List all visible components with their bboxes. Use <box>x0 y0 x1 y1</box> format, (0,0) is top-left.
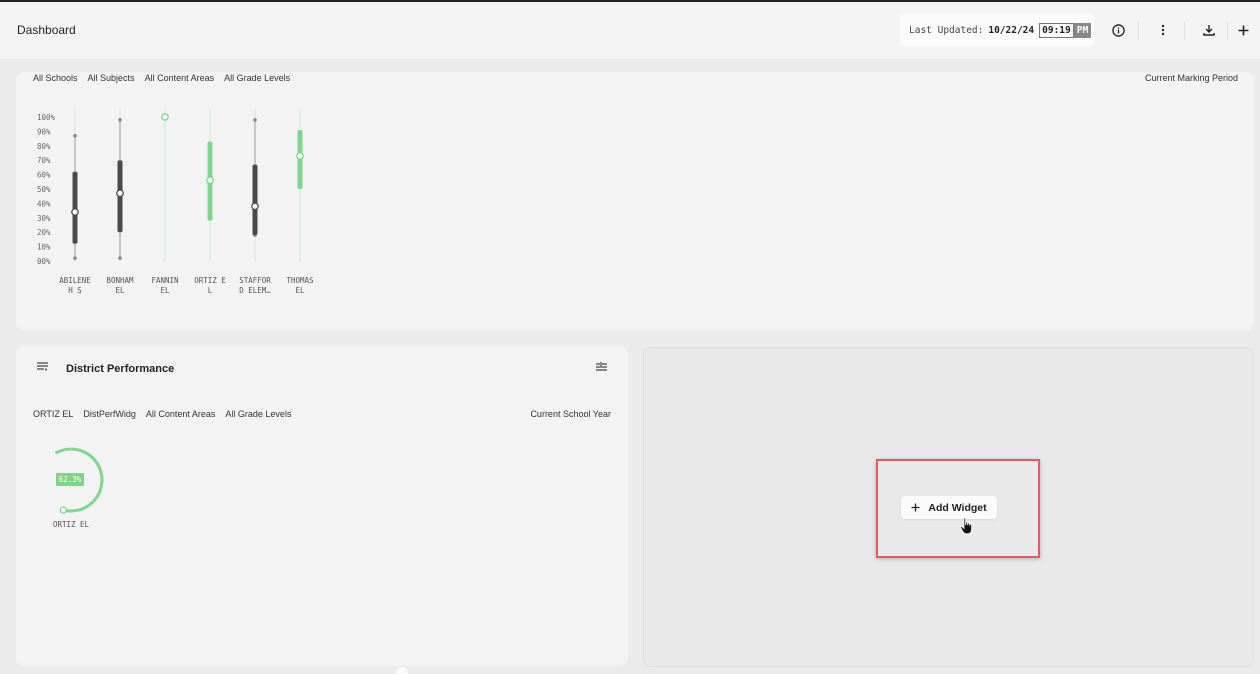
header-divider <box>1184 22 1185 40</box>
x-tick-label: STAFFOR <box>239 276 271 285</box>
dashboard-header: Dashboard Last Updated: 10/22/24 09:19 P… <box>0 2 1260 60</box>
filter-school[interactable]: ORTIZ EL <box>33 409 73 419</box>
y-tick-label: 80% <box>37 142 51 151</box>
whisker-cap <box>118 118 122 122</box>
whisker-cap <box>73 256 77 260</box>
median-marker <box>71 208 79 216</box>
last-updated-date: 10/22/24 <box>988 24 1035 36</box>
last-updated-box: Last Updated: 10/22/24 09:19 PM <box>900 14 1094 46</box>
whisker-cap <box>118 256 122 260</box>
y-tick-label: 10% <box>37 243 51 252</box>
school-distribution-widget: All Schools All Subjects All Content Are… <box>16 72 1254 330</box>
y-tick-label: 70% <box>37 156 51 165</box>
donut-school-name: ORTIZ EL <box>52 520 90 529</box>
plus-icon[interactable] <box>1233 20 1253 40</box>
last-updated-time: 09:19 <box>1039 22 1074 38</box>
x-tick-label: EL <box>160 286 170 295</box>
page-title: Dashboard <box>17 23 76 37</box>
x-tick-label: L <box>208 286 213 295</box>
x-tick-label: H S <box>68 286 82 295</box>
last-updated-label: Last Updated: <box>909 24 984 36</box>
y-tick-label: 30% <box>37 214 51 223</box>
donut-end-marker <box>59 506 68 514</box>
add-widget-button[interactable]: Add Widget <box>901 496 997 519</box>
x-tick-label: ABILENE <box>59 276 91 285</box>
x-tick-label: FANNIN <box>151 276 178 285</box>
x-tick-label: ORTIZ E <box>194 276 226 285</box>
y-tick-label: 00% <box>37 257 51 266</box>
box-plot-chart: 100% 90% 80% 70% 60% 50% 40% 30% 20% 10% 00% ABILEN… <box>37 109 314 295</box>
x-tick-label: EL <box>115 286 125 295</box>
last-updated-ampm: PM <box>1073 22 1092 38</box>
marking-period-filter[interactable]: Current Marking Period <box>1145 73 1238 83</box>
plus-icon <box>911 503 920 512</box>
y-tick-label: 20% <box>37 228 51 237</box>
download-icon[interactable] <box>1199 20 1219 40</box>
header-divider <box>1138 22 1139 40</box>
filter-widget[interactable]: DistPerfWidg <box>83 409 136 419</box>
x-tick-label: D ELEM… <box>239 286 271 295</box>
donut-value-label: 62.3% <box>56 473 84 486</box>
box-bar <box>72 171 78 244</box>
median-marker <box>296 152 304 160</box>
box-bar <box>252 164 258 236</box>
x-tick-label: THOMAS <box>286 276 314 285</box>
whisker-cap <box>73 133 77 138</box>
y-tick-label: 60% <box>37 171 51 180</box>
median-marker <box>116 189 124 198</box>
y-tick-label: 50% <box>37 185 51 194</box>
widget-menu-icon[interactable] <box>37 362 48 375</box>
info-icon[interactable] <box>1108 20 1128 40</box>
add-widget-label: Add Widget <box>928 501 987 514</box>
filter-content-areas[interactable]: All Content Areas <box>146 409 216 419</box>
header-divider <box>1227 22 1228 40</box>
more-vertical-icon[interactable] <box>1153 20 1173 40</box>
scroll-handle[interactable] <box>396 667 408 674</box>
median-marker <box>161 113 169 121</box>
hand-cursor-icon <box>960 517 972 535</box>
median-marker <box>206 176 214 185</box>
district-performance-widget: District Performance ORTIZ EL DistPerfWi… <box>16 346 628 666</box>
filter-grade-levels[interactable]: All Grade Levels <box>225 409 291 419</box>
y-tick-label: 40% <box>37 199 51 208</box>
y-tick-label: 90% <box>37 127 51 136</box>
x-tick-label: BONHAM <box>106 276 134 285</box>
y-tick-label: 100% <box>37 113 56 122</box>
widget-title: District Performance <box>66 363 175 375</box>
widget2-filter-bar: ORTIZ EL DistPerfWidg All Content Areas … <box>33 409 301 419</box>
x-tick-label: EL <box>295 286 305 295</box>
whisker-cap <box>253 118 257 122</box>
widget-settings-icon[interactable] <box>596 362 607 375</box>
school-year-filter[interactable]: Current School Year <box>530 409 611 419</box>
median-marker <box>251 202 259 211</box>
